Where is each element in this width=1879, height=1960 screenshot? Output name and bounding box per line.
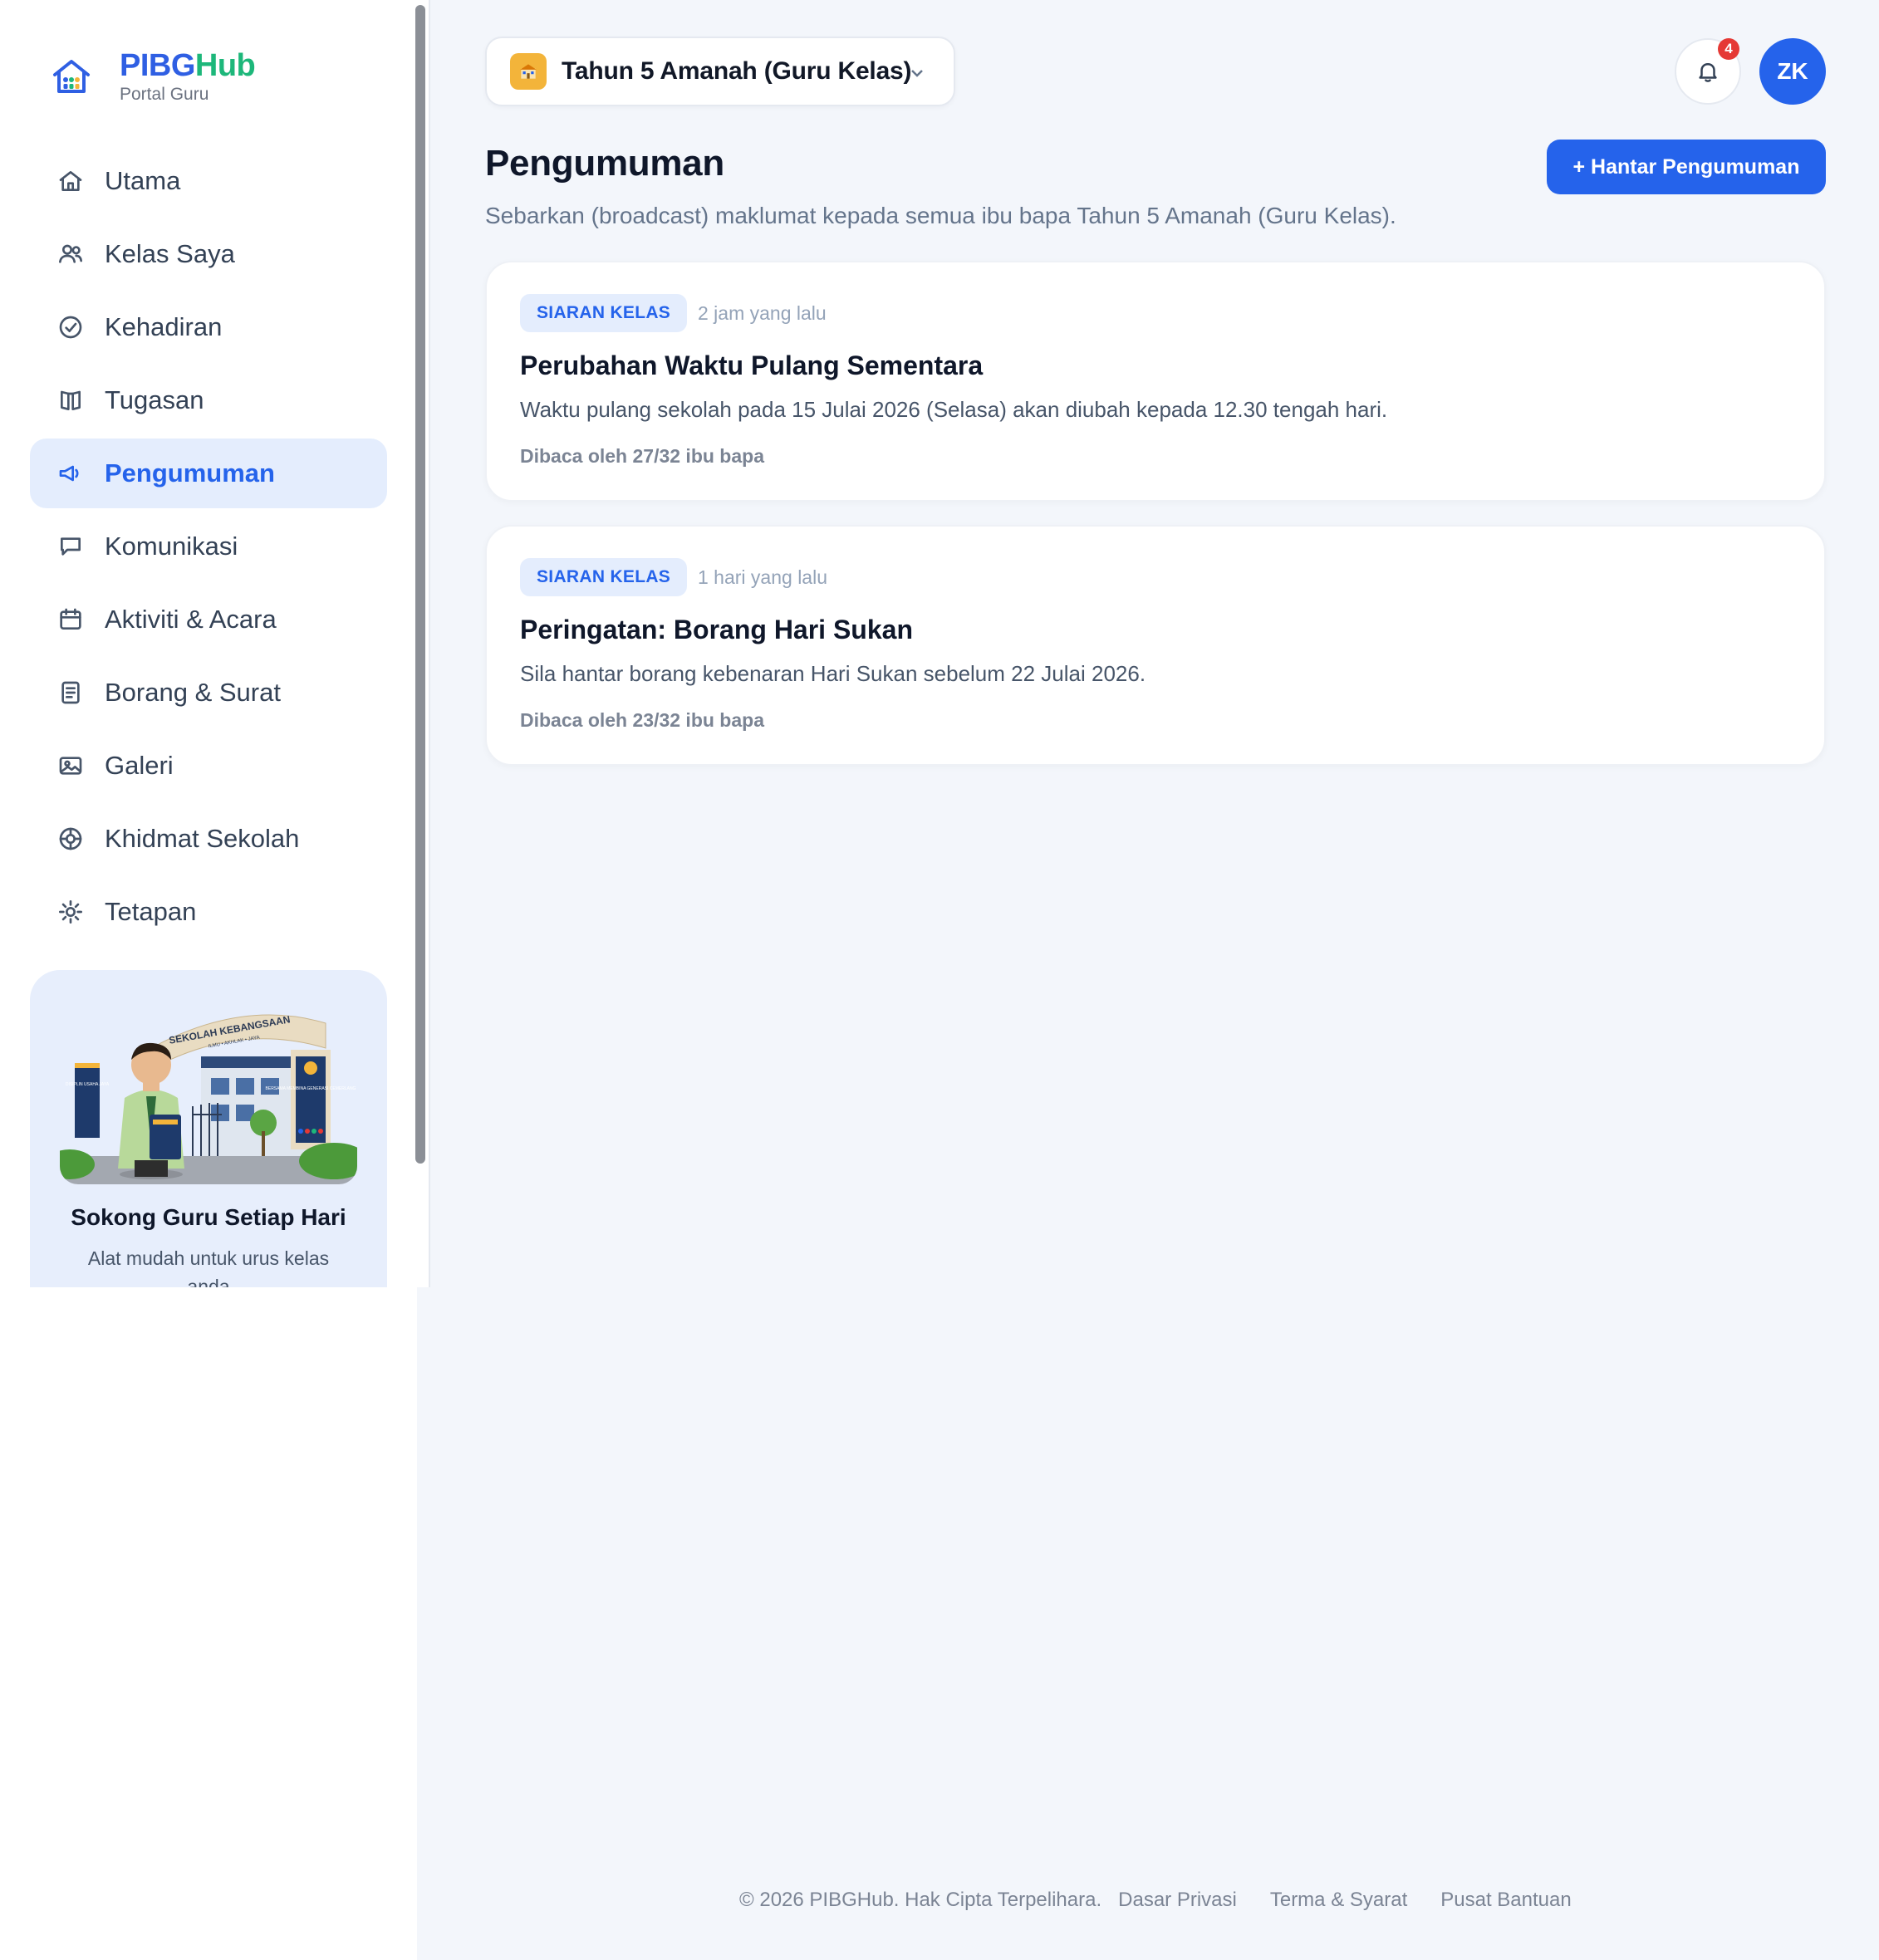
footer-link-privacy[interactable]: Dasar Privasi	[1118, 1889, 1237, 1912]
sidebar-item-label: Utama	[105, 166, 181, 195]
sidebar-item-borang-surat[interactable]: Borang & Surat	[30, 658, 387, 728]
sidebar-item-label: Galeri	[105, 751, 174, 780]
book-icon	[56, 386, 85, 414]
sidebar-item-label: Aktiviti & Acara	[105, 605, 277, 634]
users-icon	[56, 240, 85, 268]
footer-link-terms[interactable]: Terma & Syarat	[1270, 1889, 1407, 1912]
announcement-read-count: Dibaca oleh 23/32 ibu bapa	[520, 709, 764, 731]
announcement-body: Waktu pulang sekolah pada 15 Julai 2026 …	[520, 397, 1388, 422]
announcement-tag-badge: SIARAN KELAS	[520, 558, 688, 596]
footer-copyright: © 2026 PIBGHub. Hak Cipta Terpelihara.	[739, 1889, 1102, 1911]
announcement-title: Peringatan: Borang Hari Sukan	[520, 615, 913, 644]
announcement-card[interactable]: SIARAN KELAS 1 hari yang lalu Peringatan…	[485, 525, 1826, 766]
home-icon	[56, 167, 85, 195]
check-circle-icon	[56, 313, 85, 341]
sidebar-item-kelas-saya[interactable]: Kelas Saya	[30, 219, 387, 289]
brand-logo-icon	[53, 60, 90, 93]
page-description: Sebarkan (broadcast) maklumat kepada sem…	[485, 203, 1396, 228]
sidebar-scrollbar-thumb[interactable]	[415, 5, 425, 1164]
promo-title: Sokong Guru Setiap Hari	[71, 1204, 346, 1230]
sidebar-item-label: Borang & Surat	[105, 678, 281, 707]
lifebuoy-icon	[56, 825, 85, 853]
sidebar-item-label: Khidmat Sekolah	[105, 824, 300, 853]
chat-icon	[56, 532, 85, 561]
brand-name-part1: PIBG	[120, 48, 195, 83]
send-announcement-button[interactable]: + Hantar Pengumuman	[1547, 140, 1826, 194]
sidebar-item-kehadiran[interactable]: Kehadiran	[30, 292, 387, 362]
announcement-tag-badge: SIARAN KELAS	[520, 294, 688, 332]
sidebar-item-label: Tetapan	[105, 897, 197, 926]
sidebar-item-tetapan[interactable]: Tetapan	[30, 877, 387, 947]
sidebar-item-label: Kehadiran	[105, 312, 223, 341]
sidebar-panel: PIBGHub Portal Guru Utama Kelas Saya Keh…	[0, 0, 430, 1287]
right-banner-text: BERSAMA MEMBINA GENERASI CEMERLANG	[266, 1086, 356, 1091]
notification-count-badge: 4	[1718, 38, 1739, 60]
sidebar-scrollbar[interactable]	[413, 3, 428, 1287]
page-title: Pengumuman	[485, 143, 724, 184]
announcement-card[interactable]: SIARAN KELAS 2 jam yang lalu Perubahan W…	[485, 261, 1826, 502]
sidebar-item-pengumuman[interactable]: Pengumuman	[30, 439, 387, 508]
announcement-title: Perubahan Waktu Pulang Sementara	[520, 350, 984, 380]
promo-card: SEKOLAH KEBANGSAAN ILMU • AKHLAK • JAYA …	[30, 970, 387, 1287]
brand-name-part2: Hub	[194, 48, 256, 83]
footer-link-help[interactable]: Pusat Bantuan	[1440, 1889, 1571, 1912]
sidebar-nav: Utama Kelas Saya Kehadiran Tugasan Pengu…	[30, 146, 387, 950]
sidebar-item-utama[interactable]: Utama	[30, 146, 387, 216]
sidebar-item-aktiviti-acara[interactable]: Aktiviti & Acara	[30, 585, 387, 654]
sidebar-item-label: Pengumuman	[105, 458, 275, 488]
bell-icon	[1699, 63, 1717, 82]
announcement-timestamp: 2 jam yang lalu	[698, 302, 827, 324]
sidebar-item-label: Komunikasi	[105, 532, 238, 561]
school-icon	[510, 53, 547, 90]
brand-subtitle: Portal Guru	[120, 85, 209, 104]
image-icon	[56, 752, 85, 780]
announcement-body: Sila hantar borang kebenaran Hari Sukan …	[520, 661, 1146, 686]
brand-name: PIBGHub	[120, 48, 256, 83]
document-icon	[56, 679, 85, 707]
class-selector-dropdown[interactable]: Tahun 5 Amanah (Guru Kelas)	[485, 37, 955, 106]
calendar-icon	[56, 605, 85, 634]
footer: © 2026 PIBGHub. Hak Cipta Terpelihara. D…	[739, 1889, 1572, 1912]
sidebar-item-galeri[interactable]: Galeri	[30, 731, 387, 801]
promo-subtitle: Alat mudah untuk urus kelas anda	[87, 1247, 330, 1287]
teacher-school-illustration: SEKOLAH KEBANGSAAN ILMU • AKHLAK • JAYA …	[60, 998, 357, 1184]
announcement-read-count: Dibaca oleh 27/32 ibu bapa	[520, 445, 764, 467]
sidebar: PIBGHub Portal Guru Utama Kelas Saya Keh…	[0, 0, 430, 1960]
megaphone-icon	[56, 459, 85, 488]
chevron-down-icon	[907, 63, 927, 83]
class-selector-label: Tahun 5 Amanah (Guru Kelas)	[562, 57, 912, 85]
sidebar-item-label: Kelas Saya	[105, 239, 235, 268]
announcement-timestamp: 1 hari yang lalu	[698, 566, 827, 588]
sidebar-item-label: Tugasan	[105, 385, 204, 414]
left-banner-text: DISIPLIN USAHA JAYA	[66, 1082, 110, 1087]
user-avatar[interactable]: ZK	[1759, 38, 1826, 105]
sidebar-item-khidmat-sekolah[interactable]: Khidmat Sekolah	[30, 804, 387, 874]
settings-icon	[56, 898, 85, 926]
brand[interactable]: PIBGHub Portal Guru	[50, 48, 256, 105]
sidebar-item-tugasan[interactable]: Tugasan	[30, 365, 387, 435]
sidebar-item-komunikasi[interactable]: Komunikasi	[30, 512, 387, 581]
